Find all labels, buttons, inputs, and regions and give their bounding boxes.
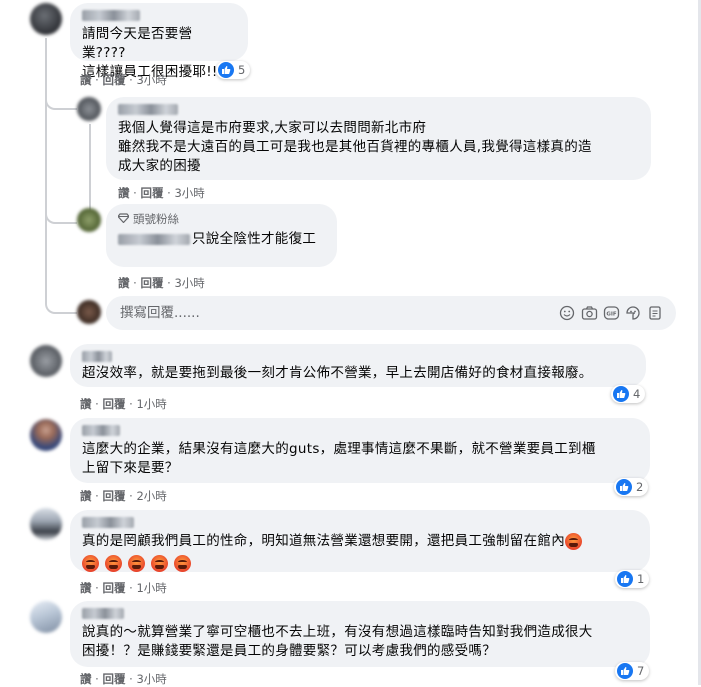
reaction-count[interactable]: 2 xyxy=(614,478,649,496)
angry-face-emoji-icon xyxy=(128,555,146,572)
angry-face-emoji-icon xyxy=(174,555,192,572)
like-link[interactable]: 讚 xyxy=(80,397,92,411)
thumbs-up-icon xyxy=(218,62,234,78)
comment-bubble: 超沒效率，就是要拖到最後一刻才肯公佈不營業，早上去開店備好的食材直接報廢。 xyxy=(70,344,646,387)
thumbs-up-icon xyxy=(617,571,633,587)
timestamp[interactable]: 2小時 xyxy=(136,489,166,503)
timestamp[interactable]: 3小時 xyxy=(136,73,166,87)
reaction-count[interactable]: 7 xyxy=(615,662,650,680)
thumbs-up-icon xyxy=(613,386,629,402)
diamond-icon xyxy=(117,212,130,226)
reply-link[interactable]: 回覆 xyxy=(140,276,163,290)
smile-icon[interactable] xyxy=(558,304,576,322)
reaction-count[interactable]: 5 xyxy=(216,61,251,79)
reaction-number: 1 xyxy=(637,572,645,586)
thumbs-up-icon xyxy=(616,479,632,495)
reply-link[interactable]: 回覆 xyxy=(102,672,125,686)
comment-actions: 讚 · 回覆 · 3小時 xyxy=(80,73,167,87)
comment-bubble: 請問今天是否要營業???? 這樣讓員工很困擾耶!!! xyxy=(70,3,248,80)
reply-link[interactable]: 回覆 xyxy=(140,186,163,200)
reply-composer[interactable]: GIF xyxy=(106,296,676,330)
thumbs-up-icon xyxy=(617,663,633,679)
angry-face-emoji-icon xyxy=(565,532,582,550)
commenter-name[interactable] xyxy=(118,104,178,115)
avatar[interactable] xyxy=(30,3,62,35)
commenter-name[interactable] xyxy=(82,10,140,21)
reaction-count[interactable]: 4 xyxy=(611,385,646,403)
angry-face-emoji-icon xyxy=(82,555,99,572)
reaction-count[interactable]: 1 xyxy=(615,570,650,588)
reaction-number: 2 xyxy=(636,480,644,494)
angry-face-emoji-icon xyxy=(105,555,123,572)
comment-bubble: 說真的～就算營業了寧可空櫃也不去上班，有沒有想過這樣臨時告知對我們造成很大 困擾… xyxy=(70,601,650,667)
avatar[interactable] xyxy=(30,601,62,633)
timestamp[interactable]: 3小時 xyxy=(174,186,204,200)
reply-link[interactable]: 回覆 xyxy=(102,581,125,595)
reply-input[interactable] xyxy=(118,304,554,322)
reply-link[interactable]: 回覆 xyxy=(102,73,125,87)
comment-text: 只說全陰性才能復工 xyxy=(192,231,317,247)
avatar[interactable] xyxy=(30,508,62,540)
comment-text: 真的是罔顧我們員工的性命，明知道無法營業還想要開，還把員工強制留在館內 xyxy=(82,532,638,551)
reply-link[interactable]: 回覆 xyxy=(102,489,125,503)
comment-bubble: 真的是罔顧我們員工的性命，明知道無法營業還想要開，還把員工強制留在館內 xyxy=(70,510,650,572)
reaction-number: 4 xyxy=(633,387,641,401)
sticker-icon[interactable] xyxy=(624,304,642,322)
thread-line xyxy=(89,124,92,214)
comment-actions: 讚 · 回覆 · 2小時 xyxy=(80,489,167,503)
timestamp[interactable]: 1小時 xyxy=(136,397,166,411)
reply-link[interactable]: 回覆 xyxy=(102,397,125,411)
comment-actions: 讚 · 回覆 · 1小時 xyxy=(80,397,167,411)
commenter-name[interactable] xyxy=(82,425,120,436)
avatar[interactable] xyxy=(30,345,62,377)
comment-actions: 讚 · 回覆 · 3小時 xyxy=(118,186,205,200)
gif-icon[interactable]: GIF xyxy=(602,304,620,322)
commenter-name[interactable] xyxy=(82,608,124,619)
commenter-name[interactable] xyxy=(82,351,112,362)
like-link[interactable]: 讚 xyxy=(118,186,130,200)
like-link[interactable]: 讚 xyxy=(80,489,92,503)
comment-actions: 讚 · 回覆 · 3小時 xyxy=(118,276,205,290)
note-icon[interactable] xyxy=(646,304,664,322)
reaction-number: 5 xyxy=(238,63,246,77)
timestamp[interactable]: 3小時 xyxy=(136,672,166,686)
emoji-row xyxy=(82,553,638,572)
like-link[interactable]: 讚 xyxy=(80,73,92,87)
timestamp[interactable]: 3小時 xyxy=(174,276,204,290)
reply-bubble: 我個人覺得這是市府要求,大家可以去問問新北市府 雖然我不是大遠百的員工可是我也是… xyxy=(106,97,651,180)
like-link[interactable]: 讚 xyxy=(80,581,92,595)
like-link[interactable]: 讚 xyxy=(118,276,130,290)
commenter-name[interactable] xyxy=(82,517,134,528)
commenter-name[interactable] xyxy=(118,234,190,245)
comment-text: 說真的～就算營業了寧可空櫃也不去上班，有沒有想過這樣臨時告知對我們造成很大 困擾… xyxy=(82,624,593,659)
reaction-number: 7 xyxy=(637,664,645,678)
reply-bubble: 頭號粉絲 只說全陰性才能復工 xyxy=(106,204,337,267)
like-link[interactable]: 讚 xyxy=(80,672,92,686)
avatar xyxy=(77,300,101,324)
avatar[interactable] xyxy=(77,97,101,121)
thread-connector xyxy=(45,92,77,110)
angry-face-emoji-icon xyxy=(151,555,169,572)
comment-text: 這麼大的企業，結果沒有這麼大的guts，處理事情這麼不果斷，就不營業要員工到櫃 … xyxy=(82,441,596,476)
thread-connector xyxy=(45,206,77,224)
thread-connector xyxy=(45,296,77,314)
badge-label: 頭號粉絲 xyxy=(133,212,179,226)
comment-actions: 讚 · 回覆 · 1小時 xyxy=(80,581,167,595)
comment-bubble: 這麼大的企業，結果沒有這麼大的guts，處理事情這麼不果斷，就不營業要員工到櫃 … xyxy=(70,418,650,483)
comment-text: 我個人覺得這是市府要求,大家可以去問問新北市府 雖然我不是大遠百的員工可是我也是… xyxy=(118,120,592,174)
svg-text:GIF: GIF xyxy=(606,312,617,318)
avatar[interactable] xyxy=(77,208,101,232)
avatar[interactable] xyxy=(30,419,62,451)
camera-icon[interactable] xyxy=(580,304,598,322)
timestamp[interactable]: 1小時 xyxy=(136,581,166,595)
thread-line xyxy=(45,38,48,304)
top-fan-badge: 頭號粉絲 xyxy=(117,211,325,227)
comment-text: 超沒效率，就是要拖到最後一刻才肯公佈不營業，早上去開店備好的食材直接報廢。 xyxy=(82,365,593,381)
